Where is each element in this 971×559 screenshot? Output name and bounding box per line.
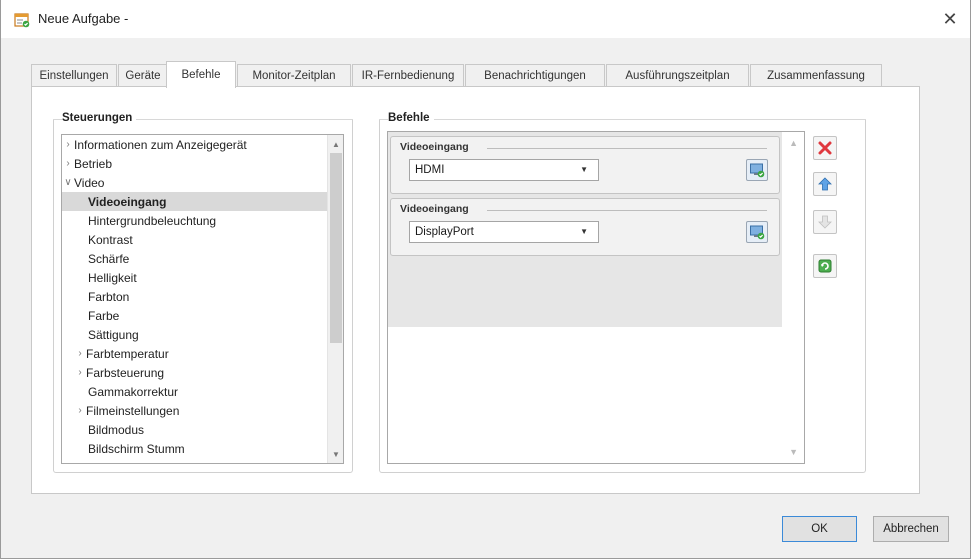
tab-einstellungen[interactable]: Einstellungen bbox=[31, 64, 117, 87]
commands-group-line bbox=[379, 119, 866, 120]
apply-command-button[interactable] bbox=[746, 221, 768, 243]
ok-button[interactable]: OK bbox=[782, 516, 857, 542]
expand-arrow-icon[interactable]: › bbox=[74, 367, 86, 378]
expand-arrow-icon[interactable]: › bbox=[62, 158, 74, 169]
tree-item-label: Farbsteuerung bbox=[86, 365, 165, 380]
expand-arrow-icon[interactable]: › bbox=[74, 405, 86, 416]
commands-list[interactable]: Videoeingang HDMI ▼ Videoeingang Display… bbox=[387, 131, 805, 464]
refresh-icon bbox=[818, 259, 832, 273]
legend-divider bbox=[487, 210, 767, 211]
tree-item-helligkeit[interactable]: Helligkeit bbox=[62, 268, 332, 287]
video-input-select[interactable]: DisplayPort ▼ bbox=[409, 221, 599, 243]
tree-item-label: Hintergrundbeleuchtung bbox=[88, 213, 217, 228]
tree-item-videoeingang[interactable]: Videoeingang bbox=[62, 192, 332, 211]
apply-command-button[interactable] bbox=[746, 159, 768, 181]
tab-monitor-zeitplan[interactable]: Monitor-Zeitplan bbox=[237, 64, 351, 87]
tree-item-farbe[interactable]: Farbe bbox=[62, 306, 332, 325]
video-input-select[interactable]: HDMI ▼ bbox=[409, 159, 599, 181]
tab-geraete[interactable]: Geräte bbox=[118, 64, 168, 87]
delete-icon bbox=[818, 141, 832, 155]
tree-item-label: Videoeingang bbox=[88, 194, 167, 209]
task-app-icon bbox=[14, 12, 30, 28]
move-up-icon bbox=[818, 177, 832, 191]
legend-divider bbox=[487, 148, 767, 149]
move-down-icon bbox=[818, 215, 832, 229]
tree-item-hintergrundbeleuchtung[interactable]: Hintergrundbeleuchtung bbox=[62, 211, 332, 230]
commands-group-title: Befehle bbox=[388, 112, 434, 124]
tree-item-label: Filmeinstellungen bbox=[86, 403, 180, 418]
tree-item-bildmodus[interactable]: Bildmodus bbox=[62, 420, 332, 439]
monitor-check-icon bbox=[750, 225, 765, 240]
tree-item-label: Video bbox=[74, 175, 105, 190]
tree-item-schaerfe[interactable]: Schärfe bbox=[62, 249, 332, 268]
delete-command-button[interactable] bbox=[813, 136, 837, 160]
tree-item-label: Sättigung bbox=[88, 327, 139, 342]
refresh-command-button[interactable] bbox=[813, 254, 837, 278]
cancel-button[interactable]: Abbrechen bbox=[873, 516, 949, 542]
tab-benachrichtigungen[interactable]: Benachrichtigungen bbox=[465, 64, 605, 87]
tree-item-informationen[interactable]: › Informationen zum Anzeigegerät bbox=[62, 135, 332, 154]
tree-item-label: Helligkeit bbox=[88, 270, 137, 285]
tree-item-bildschirm-stumm[interactable]: Bildschirm Stumm bbox=[62, 439, 332, 458]
tab-ausfuehrungszeitplan[interactable]: Ausführungszeitplan bbox=[606, 64, 749, 87]
command-card[interactable]: Videoeingang DisplayPort ▼ bbox=[390, 198, 780, 256]
dialog-window: Neue Aufgabe - ✕ Einstellungen Geräte Be… bbox=[0, 0, 971, 559]
tree-item-label: Bildschirm Stumm bbox=[88, 441, 185, 456]
dropdown-caret-icon: ▼ bbox=[580, 165, 588, 174]
tree-item-label: Informationen zum Anzeigegerät bbox=[74, 137, 247, 152]
move-up-button[interactable] bbox=[813, 172, 837, 196]
close-button[interactable]: ✕ bbox=[936, 6, 964, 32]
command-card[interactable]: Videoeingang HDMI ▼ bbox=[390, 136, 780, 194]
tree-item-betrieb[interactable]: › Betrieb bbox=[62, 154, 332, 173]
scroll-up-arrow-icon[interactable]: ▲ bbox=[789, 138, 798, 148]
tree-item-label: Gammakorrektur bbox=[88, 384, 179, 399]
select-value: HDMI bbox=[415, 164, 445, 176]
controls-group-title: Steuerungen bbox=[62, 112, 137, 124]
tree-item-kontrast[interactable]: Kontrast bbox=[62, 230, 332, 249]
tree-item-label: Bildmodus bbox=[88, 422, 145, 437]
scroll-up-arrow-icon[interactable]: ▲ bbox=[328, 136, 343, 152]
command-legend: Videoeingang bbox=[400, 203, 469, 215]
move-down-button[interactable] bbox=[813, 210, 837, 234]
monitor-check-icon bbox=[750, 163, 765, 178]
expand-arrow-icon[interactable]: › bbox=[74, 348, 86, 359]
select-value: DisplayPort bbox=[415, 226, 474, 238]
scroll-down-arrow-icon[interactable]: ▼ bbox=[328, 446, 343, 462]
tree-item-label: Betrieb bbox=[74, 156, 113, 171]
tab-befehle[interactable]: Befehle bbox=[166, 61, 236, 88]
tree-item-video[interactable]: ∨ Video bbox=[62, 173, 332, 192]
tree-item-farbsteuerung[interactable]: › Farbsteuerung bbox=[62, 363, 332, 382]
tree-item-saettigung[interactable]: Sättigung bbox=[62, 325, 332, 344]
scroll-down-arrow-icon[interactable]: ▼ bbox=[789, 447, 798, 457]
tree-item-label: Farbe bbox=[88, 308, 120, 323]
collapse-arrow-icon[interactable]: ∨ bbox=[62, 177, 74, 188]
tree-item-farbton[interactable]: Farbton bbox=[62, 287, 332, 306]
tab-zusammenfassung[interactable]: Zusammenfassung bbox=[750, 64, 882, 87]
expand-arrow-icon[interactable]: › bbox=[62, 139, 74, 150]
tree-item-gammakorrektur[interactable]: Gammakorrektur bbox=[62, 382, 332, 401]
window-title: Neue Aufgabe - bbox=[38, 11, 129, 26]
tree-item-label: Farbtemperatur bbox=[86, 346, 169, 361]
close-icon: ✕ bbox=[942, 8, 958, 29]
command-legend: Videoeingang bbox=[400, 141, 469, 153]
dropdown-caret-icon: ▼ bbox=[580, 227, 588, 236]
controls-tree[interactable]: › Informationen zum Anzeigegerät › Betri… bbox=[61, 134, 344, 464]
tree-item-label: Farbton bbox=[88, 289, 130, 304]
scroll-thumb[interactable] bbox=[330, 153, 342, 343]
tree-item-label: Kontrast bbox=[88, 232, 133, 247]
tree-item-label: Schärfe bbox=[88, 251, 130, 266]
title-bar: Neue Aufgabe - ✕ bbox=[1, 0, 970, 38]
tree-item-farbtemperatur[interactable]: › Farbtemperatur bbox=[62, 344, 332, 363]
tab-ir-fernbedienung[interactable]: IR-Fernbedienung bbox=[352, 64, 464, 87]
tree-item-filmeinstellungen[interactable]: › Filmeinstellungen bbox=[62, 401, 332, 420]
tree-scrollbar[interactable]: ▲ ▼ bbox=[327, 135, 343, 463]
